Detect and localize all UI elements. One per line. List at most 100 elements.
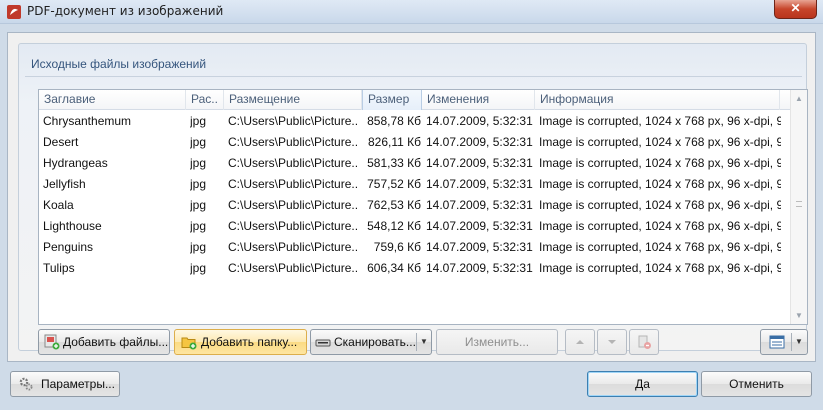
cell-modified: 14.07.2009, 5:32:31 [426, 240, 533, 254]
scan-label: Сканировать... [334, 335, 416, 349]
cell-location: C:\Users\Public\Picture.. [228, 135, 359, 149]
column-header-info[interactable]: Информация [535, 90, 780, 110]
move-up-button[interactable] [565, 329, 595, 355]
cell-size: 581,33 Кб [367, 156, 421, 170]
cell-info: Image is corrupted, 1024 x 768 px, 96 x-… [539, 135, 781, 149]
cell-name: Hydrangeas [43, 156, 108, 170]
table-row[interactable]: Lighthouse jpg C:\Users\Public\Picture..… [39, 216, 791, 237]
move-down-icon [608, 340, 616, 344]
view-mode-dropdown-arrow-icon[interactable]: ▼ [793, 330, 805, 354]
column-header-modified[interactable]: Изменения [422, 90, 535, 110]
move-up-icon [576, 340, 584, 344]
cell-extension: jpg [190, 114, 207, 128]
cell-size: 826,11 Кб [367, 135, 421, 149]
view-mode-icon [769, 335, 785, 349]
table-row[interactable]: Koala jpg C:\Users\Public\Picture.. 762,… [39, 195, 791, 216]
cell-modified: 14.07.2009, 5:32:31 [426, 198, 533, 212]
cell-size: 548,12 Кб [367, 219, 421, 233]
cell-name: Tulips [43, 261, 75, 275]
cell-extension: jpg [190, 198, 207, 212]
gear-icon [19, 377, 33, 391]
cell-extension: jpg [190, 240, 207, 254]
source-images-group: Исходные файлы изображений Заглавие Рас.… [18, 43, 808, 355]
add-files-icon [44, 334, 60, 350]
table-row[interactable]: Tulips jpg C:\Users\Public\Picture.. 606… [39, 258, 791, 279]
delete-icon [638, 335, 651, 349]
cell-modified: 14.07.2009, 5:32:31 [426, 135, 533, 149]
cell-info: Image is corrupted, 1024 x 768 px, 96 x-… [539, 261, 781, 275]
delete-button[interactable] [629, 329, 659, 355]
add-files-button[interactable]: Добавить файлы... [38, 329, 170, 355]
scan-dropdown-arrow-icon[interactable]: ▼ [418, 330, 430, 354]
edit-button[interactable]: Изменить... [436, 329, 558, 355]
cell-location: C:\Users\Public\Picture.. [228, 198, 359, 212]
cell-name: Lighthouse [43, 219, 102, 233]
settings-button[interactable]: Параметры... [10, 371, 120, 397]
add-folder-label: Добавить папку... [201, 335, 298, 349]
ok-label: Да [635, 377, 650, 391]
cell-name: Chrysanthemum [43, 114, 132, 128]
cell-size: 762,53 Кб [367, 198, 421, 212]
table-row[interactable]: Hydrangeas jpg C:\Users\Public\Picture..… [39, 153, 791, 174]
cell-extension: jpg [190, 219, 207, 233]
cell-modified: 14.07.2009, 5:32:31 [426, 261, 533, 275]
scanner-icon [315, 339, 331, 347]
cell-location: C:\Users\Public\Picture.. [228, 114, 359, 128]
window-title: PDF-документ из изображений [27, 4, 224, 18]
move-down-button[interactable] [597, 329, 627, 355]
column-header-title[interactable]: Заглавие [39, 90, 186, 110]
table-row[interactable]: Chrysanthemum jpg C:\Users\Public\Pictur… [39, 111, 791, 132]
table-row[interactable]: Jellyfish jpg C:\Users\Public\Picture.. … [39, 174, 791, 195]
cell-info: Image is corrupted, 1024 x 768 px, 96 x-… [539, 114, 781, 128]
cell-name: Jellyfish [43, 177, 86, 191]
settings-label: Параметры... [41, 377, 115, 391]
cell-size: 759,6 Кб [373, 240, 421, 254]
image-file-list[interactable]: Заглавие Рас.. Размещение Размер Изменен… [38, 89, 808, 325]
cell-location: C:\Users\Public\Picture.. [228, 219, 359, 233]
cell-location: C:\Users\Public\Picture.. [228, 177, 359, 191]
table-row[interactable]: Desert jpg C:\Users\Public\Picture.. 826… [39, 132, 791, 153]
cell-name: Koala [43, 198, 74, 212]
title-bar: PDF-документ из изображений ✕ [0, 0, 823, 24]
cell-extension: jpg [190, 156, 207, 170]
group-divider [25, 76, 802, 77]
scroll-grip[interactable] [796, 201, 802, 207]
cell-info: Image is corrupted, 1024 x 768 px, 96 x-… [539, 240, 781, 254]
cell-info: Image is corrupted, 1024 x 768 px, 96 x-… [539, 198, 781, 212]
list-header: Заглавие Рас.. Размещение Размер Изменен… [39, 90, 791, 110]
cancel-button[interactable]: Отменить [701, 371, 812, 397]
close-button[interactable]: ✕ [774, 0, 817, 19]
cell-modified: 14.07.2009, 5:32:31 [426, 114, 533, 128]
scan-split-button[interactable]: Сканировать... ▼ [310, 329, 432, 355]
cell-size: 858,78 Кб [367, 114, 421, 128]
dialog-body: Исходные файлы изображений Заглавие Рас.… [7, 32, 816, 362]
table-row[interactable]: Penguins jpg C:\Users\Public\Picture.. 7… [39, 237, 791, 258]
group-title: Исходные файлы изображений [31, 57, 207, 71]
split-separator [416, 333, 417, 351]
add-folder-icon [181, 337, 197, 350]
ok-button[interactable]: Да [587, 371, 698, 397]
cell-name: Penguins [43, 240, 94, 254]
cell-extension: jpg [190, 135, 207, 149]
cell-location: C:\Users\Public\Picture.. [228, 240, 359, 254]
column-header-size[interactable]: Размер [362, 90, 422, 110]
cell-size: 757,52 Кб [367, 177, 421, 191]
add-files-label: Добавить файлы... [63, 335, 169, 349]
add-folder-button[interactable]: Добавить папку... [174, 329, 307, 355]
cell-location: C:\Users\Public\Picture.. [228, 261, 359, 275]
cell-modified: 14.07.2009, 5:32:31 [426, 219, 533, 233]
cell-info: Image is corrupted, 1024 x 768 px, 96 x-… [539, 219, 781, 233]
scroll-down-arrow-icon[interactable]: ▼ [791, 307, 807, 324]
cell-info: Image is corrupted, 1024 x 768 px, 96 x-… [539, 156, 781, 170]
cell-modified: 14.07.2009, 5:32:31 [426, 177, 533, 191]
cell-modified: 14.07.2009, 5:32:31 [426, 156, 533, 170]
cell-extension: jpg [190, 261, 207, 275]
view-mode-split-button[interactable]: ▼ [760, 329, 808, 355]
scroll-up-arrow-icon[interactable]: ▲ [791, 90, 807, 107]
cancel-label: Отменить [729, 377, 784, 391]
column-header-extension[interactable]: Рас.. [186, 90, 224, 110]
pdf-app-icon [7, 5, 21, 19]
cell-name: Desert [43, 135, 79, 149]
column-header-location[interactable]: Размещение [224, 90, 362, 110]
vertical-scrollbar[interactable]: ▲ ▼ [790, 90, 807, 324]
